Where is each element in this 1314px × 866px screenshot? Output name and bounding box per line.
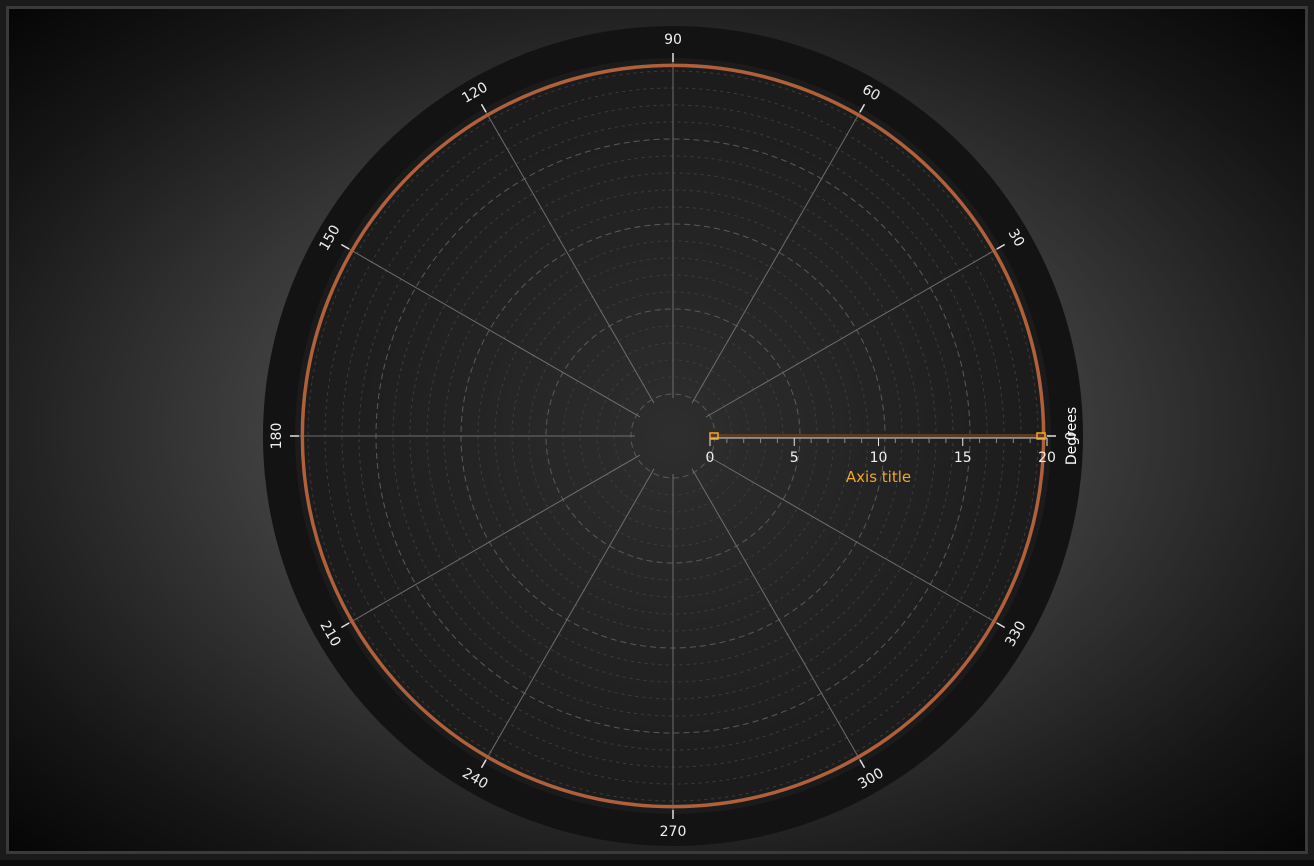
radial-tick-label: 0 bbox=[706, 450, 715, 466]
angular-tick-label: 180 bbox=[269, 423, 285, 450]
radial-tick-label: 20 bbox=[1038, 450, 1056, 466]
radial-tick-label: 15 bbox=[954, 450, 972, 466]
chart-frame: 30 60 90 120 150 180 210 240 270 300 330 0 0 5 10 15 20… bbox=[0, 0, 1314, 860]
radial-tick-label: 5 bbox=[790, 450, 799, 466]
angular-axis-title: Degrees bbox=[1064, 407, 1080, 465]
angular-tick-label: 90 bbox=[664, 32, 682, 48]
radial-tick-label: 10 bbox=[870, 450, 888, 466]
angular-tick-label: 270 bbox=[660, 824, 687, 840]
radial-axis-title: Axis title bbox=[846, 468, 911, 486]
polar-chart: 3060901201501802102402703003300 0 5 10 15 20… bbox=[263, 26, 1083, 846]
